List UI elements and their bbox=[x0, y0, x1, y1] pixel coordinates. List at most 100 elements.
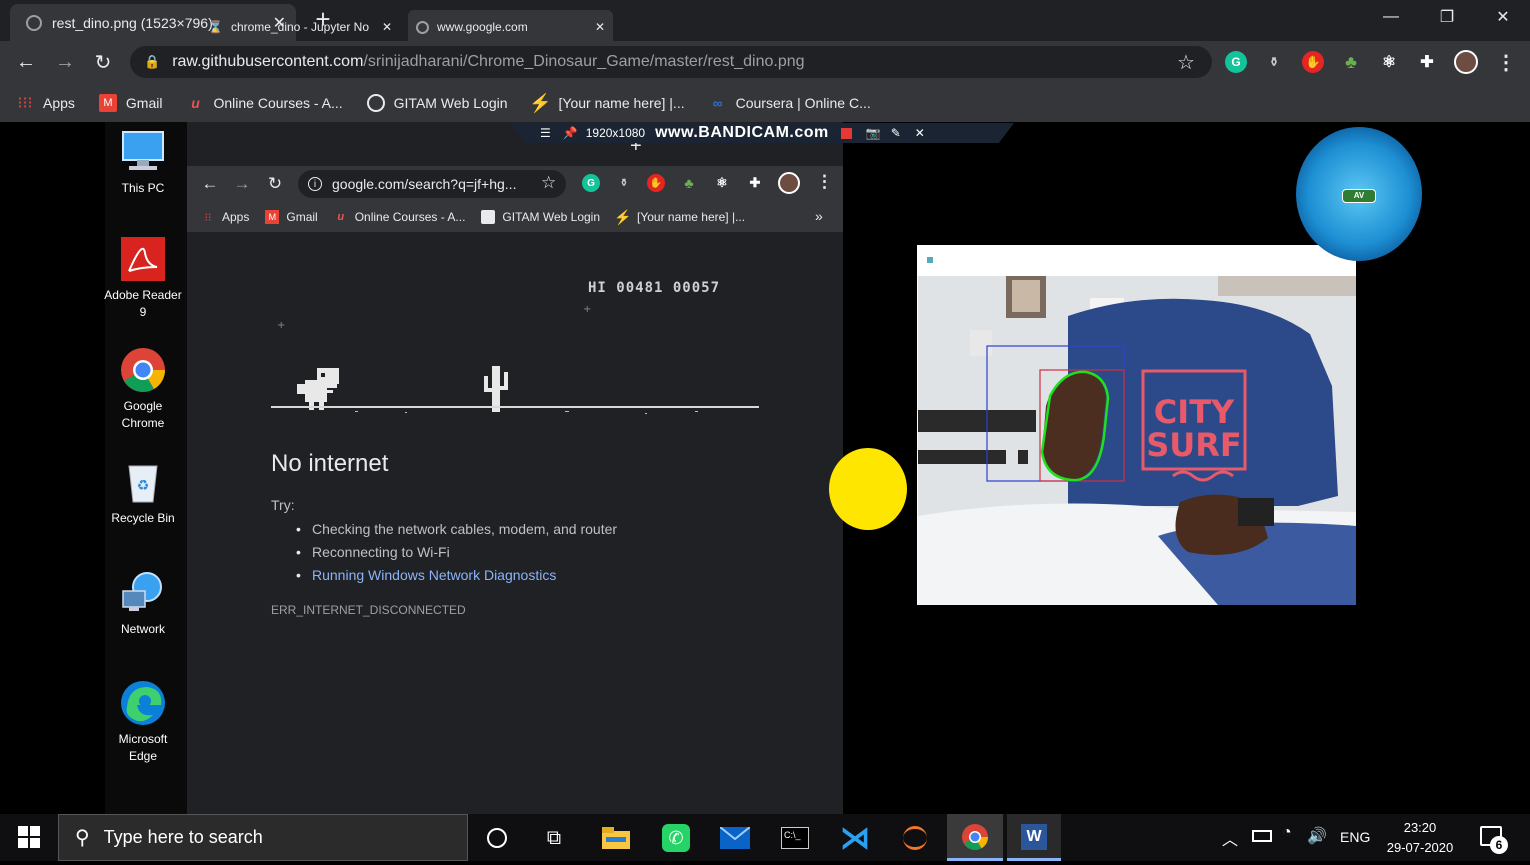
camera-icon[interactable]: 📷 bbox=[866, 126, 881, 140]
tree-extension-icon[interactable]: ♣ bbox=[1340, 51, 1362, 73]
profile-avatar[interactable] bbox=[1454, 50, 1478, 74]
inner-tab-google[interactable]: www.google.com ✕ bbox=[408, 10, 613, 44]
clock-date: 29-07-2020 bbox=[1386, 840, 1454, 855]
bookmark-star-icon[interactable]: ☆ bbox=[1177, 50, 1195, 75]
bookmark-apps[interactable]: ⁝⁝ Apps bbox=[201, 210, 250, 224]
network-diagnostics-link[interactable]: Running Windows Network Diagnostics bbox=[296, 565, 617, 588]
svg-text:♻: ♻ bbox=[137, 478, 150, 494]
grammarly-icon[interactable]: G bbox=[582, 174, 600, 192]
this-pc-icon bbox=[119, 128, 167, 176]
game-score: HI 00481 00057 bbox=[588, 280, 721, 296]
forward-button[interactable]: → bbox=[50, 47, 80, 77]
file-explorer-icon[interactable] bbox=[598, 820, 634, 856]
tree-extension-icon[interactable]: ♣ bbox=[680, 174, 698, 192]
desktop-icon-label: Network bbox=[120, 622, 165, 636]
taskbar-search[interactable]: ⚲ Type here to search bbox=[58, 814, 468, 861]
restore-button[interactable]: ❐ bbox=[1420, 0, 1474, 34]
react-devtools-icon[interactable]: ⚛ bbox=[1378, 51, 1400, 73]
close-tab-icon[interactable]: ✕ bbox=[382, 20, 392, 34]
volume-icon[interactable]: 🔊 bbox=[1307, 826, 1327, 846]
reload-button[interactable]: ↻ bbox=[88, 47, 118, 77]
chrome-taskbar-active[interactable] bbox=[947, 814, 1003, 861]
inner-profile-avatar[interactable] bbox=[778, 172, 800, 194]
menu-kebab-icon[interactable]: ⋮ bbox=[1496, 50, 1516, 75]
extension-bottle-icon[interactable]: ⚱ bbox=[1263, 51, 1285, 73]
record-button[interactable] bbox=[840, 127, 852, 139]
chrome-icon bbox=[119, 346, 167, 394]
coursera-icon: ∞ bbox=[712, 95, 723, 111]
pin-icon[interactable]: 📌 bbox=[563, 126, 578, 140]
desktop-icon-label: This PC bbox=[121, 181, 165, 195]
back-button[interactable]: ← bbox=[11, 47, 41, 77]
inner-forward-button[interactable]: → bbox=[227, 169, 257, 199]
inner-bookmark-star-icon[interactable]: ☆ bbox=[541, 173, 556, 193]
bookmark-label: [Your name here] |... bbox=[558, 95, 685, 111]
cortana-icon[interactable] bbox=[479, 820, 515, 856]
bookmark-online-courses[interactable]: u Online Courses - A... bbox=[334, 210, 465, 224]
address-bar[interactable]: 🔒 raw.githubusercontent.com/srinijadhara… bbox=[130, 46, 1212, 78]
show-hidden-icons-chevron[interactable]: ︿ bbox=[1222, 826, 1238, 850]
bookmark-gitam[interactable]: GITAM Web Login bbox=[366, 94, 508, 112]
task-view-icon[interactable]: ⧉ bbox=[536, 820, 572, 856]
bookmark-gmail[interactable]: M Gmail bbox=[265, 210, 318, 224]
start-button[interactable] bbox=[18, 826, 40, 848]
dino-game-canvas[interactable]: + + bbox=[265, 300, 765, 420]
pencil-icon[interactable]: ✎ bbox=[891, 126, 901, 140]
language-indicator[interactable]: ENG bbox=[1340, 829, 1370, 845]
suggestion-list: Checking the network cables, modem, and … bbox=[296, 519, 617, 588]
inner-reload-button[interactable]: ↻ bbox=[260, 169, 290, 199]
close-window-button[interactable]: ✕ bbox=[1476, 0, 1530, 34]
more-bookmarks-chevron[interactable]: » bbox=[815, 208, 823, 224]
desktop-icon-google-chrome[interactable]: Google Chrome bbox=[103, 346, 183, 432]
clock[interactable]: 23:20 29-07-2020 bbox=[1380, 818, 1460, 858]
bookmark-your-name[interactable]: ⚡ [Your name here] |... bbox=[614, 209, 745, 225]
close-tab-icon[interactable]: ✕ bbox=[595, 20, 605, 34]
adblock-icon[interactable]: ✋ bbox=[647, 174, 665, 192]
bookmark-your-name[interactable]: ⚡ [Your name here] |... bbox=[529, 93, 685, 113]
inner-back-button[interactable]: ← bbox=[195, 169, 225, 199]
adblock-icon[interactable]: ✋ bbox=[1302, 51, 1324, 73]
inner-menu-kebab-icon[interactable]: ⋮ bbox=[816, 172, 833, 192]
dino-icon bbox=[297, 368, 339, 410]
antivirus-widget[interactable]: AV bbox=[1296, 127, 1422, 261]
jupyter-icon[interactable] bbox=[897, 820, 933, 856]
bandicam-logo: www.BANDICAM.com bbox=[655, 124, 829, 141]
lock-icon: 🔒 bbox=[144, 54, 161, 69]
inner-address-bar[interactable]: i google.com/search?q=jf+hg... bbox=[298, 170, 566, 198]
desktop-icon-label: Microsoft Edge bbox=[118, 732, 168, 763]
vscode-icon[interactable]: ⋊ bbox=[837, 820, 873, 856]
minimize-button[interactable]: ― bbox=[1364, 0, 1418, 34]
extension-bottle-icon[interactable]: ⚱ bbox=[615, 174, 633, 192]
battery-icon[interactable] bbox=[1252, 830, 1272, 842]
gmail-icon: M bbox=[265, 210, 280, 224]
bookmark-apps[interactable]: ⁝⁝⁝ Apps bbox=[16, 94, 75, 112]
desktop-icon-microsoft-edge[interactable]: Microsoft Edge bbox=[103, 679, 183, 765]
desktop-icon-adobe-reader[interactable]: Adobe Reader 9 bbox=[103, 235, 183, 321]
bookmark-coursera[interactable]: ∞ Coursera | Online C... bbox=[709, 94, 871, 112]
inner-tab-jupyter[interactable]: ⌛ chrome_dino - Jupyter No ✕ bbox=[200, 10, 400, 44]
whatsapp-icon[interactable]: ✆ bbox=[658, 820, 694, 856]
desktop-icon-network[interactable]: Network bbox=[103, 569, 183, 638]
extensions-puzzle-icon[interactable]: ✚ bbox=[746, 174, 764, 192]
desktop-icon-this-pc[interactable]: This PC bbox=[103, 128, 183, 197]
mail-icon[interactable] bbox=[717, 820, 753, 856]
bookmark-label: Gmail bbox=[286, 210, 318, 224]
terminal-icon[interactable]: C:\_ bbox=[777, 820, 813, 856]
shirt-text-surf: SURF bbox=[1146, 426, 1242, 464]
menu-icon[interactable]: ☰ bbox=[540, 126, 551, 140]
webcam-title-bar bbox=[917, 245, 1356, 275]
extensions-puzzle-icon[interactable]: ✚ bbox=[1416, 51, 1438, 73]
word-taskbar[interactable]: W bbox=[1007, 814, 1061, 861]
grammarly-icon[interactable]: G bbox=[1225, 51, 1247, 73]
desktop-icon-recycle-bin[interactable]: ♻ Recycle Bin bbox=[103, 458, 183, 527]
close-icon[interactable]: ✕ bbox=[915, 126, 925, 140]
wifi-icon[interactable]: ◔ bbox=[1282, 824, 1292, 842]
bookmark-gitam[interactable]: GITAM Web Login bbox=[481, 210, 600, 224]
bookmark-online-courses[interactable]: u Online Courses - A... bbox=[186, 94, 342, 112]
bookmark-gmail[interactable]: M Gmail bbox=[98, 94, 162, 112]
globe-icon bbox=[416, 20, 429, 34]
edge-icon bbox=[119, 679, 167, 727]
network-icon bbox=[119, 569, 167, 617]
suggestion-item: Reconnecting to Wi-Fi bbox=[296, 542, 617, 565]
react-devtools-icon[interactable]: ⚛ bbox=[713, 174, 731, 192]
